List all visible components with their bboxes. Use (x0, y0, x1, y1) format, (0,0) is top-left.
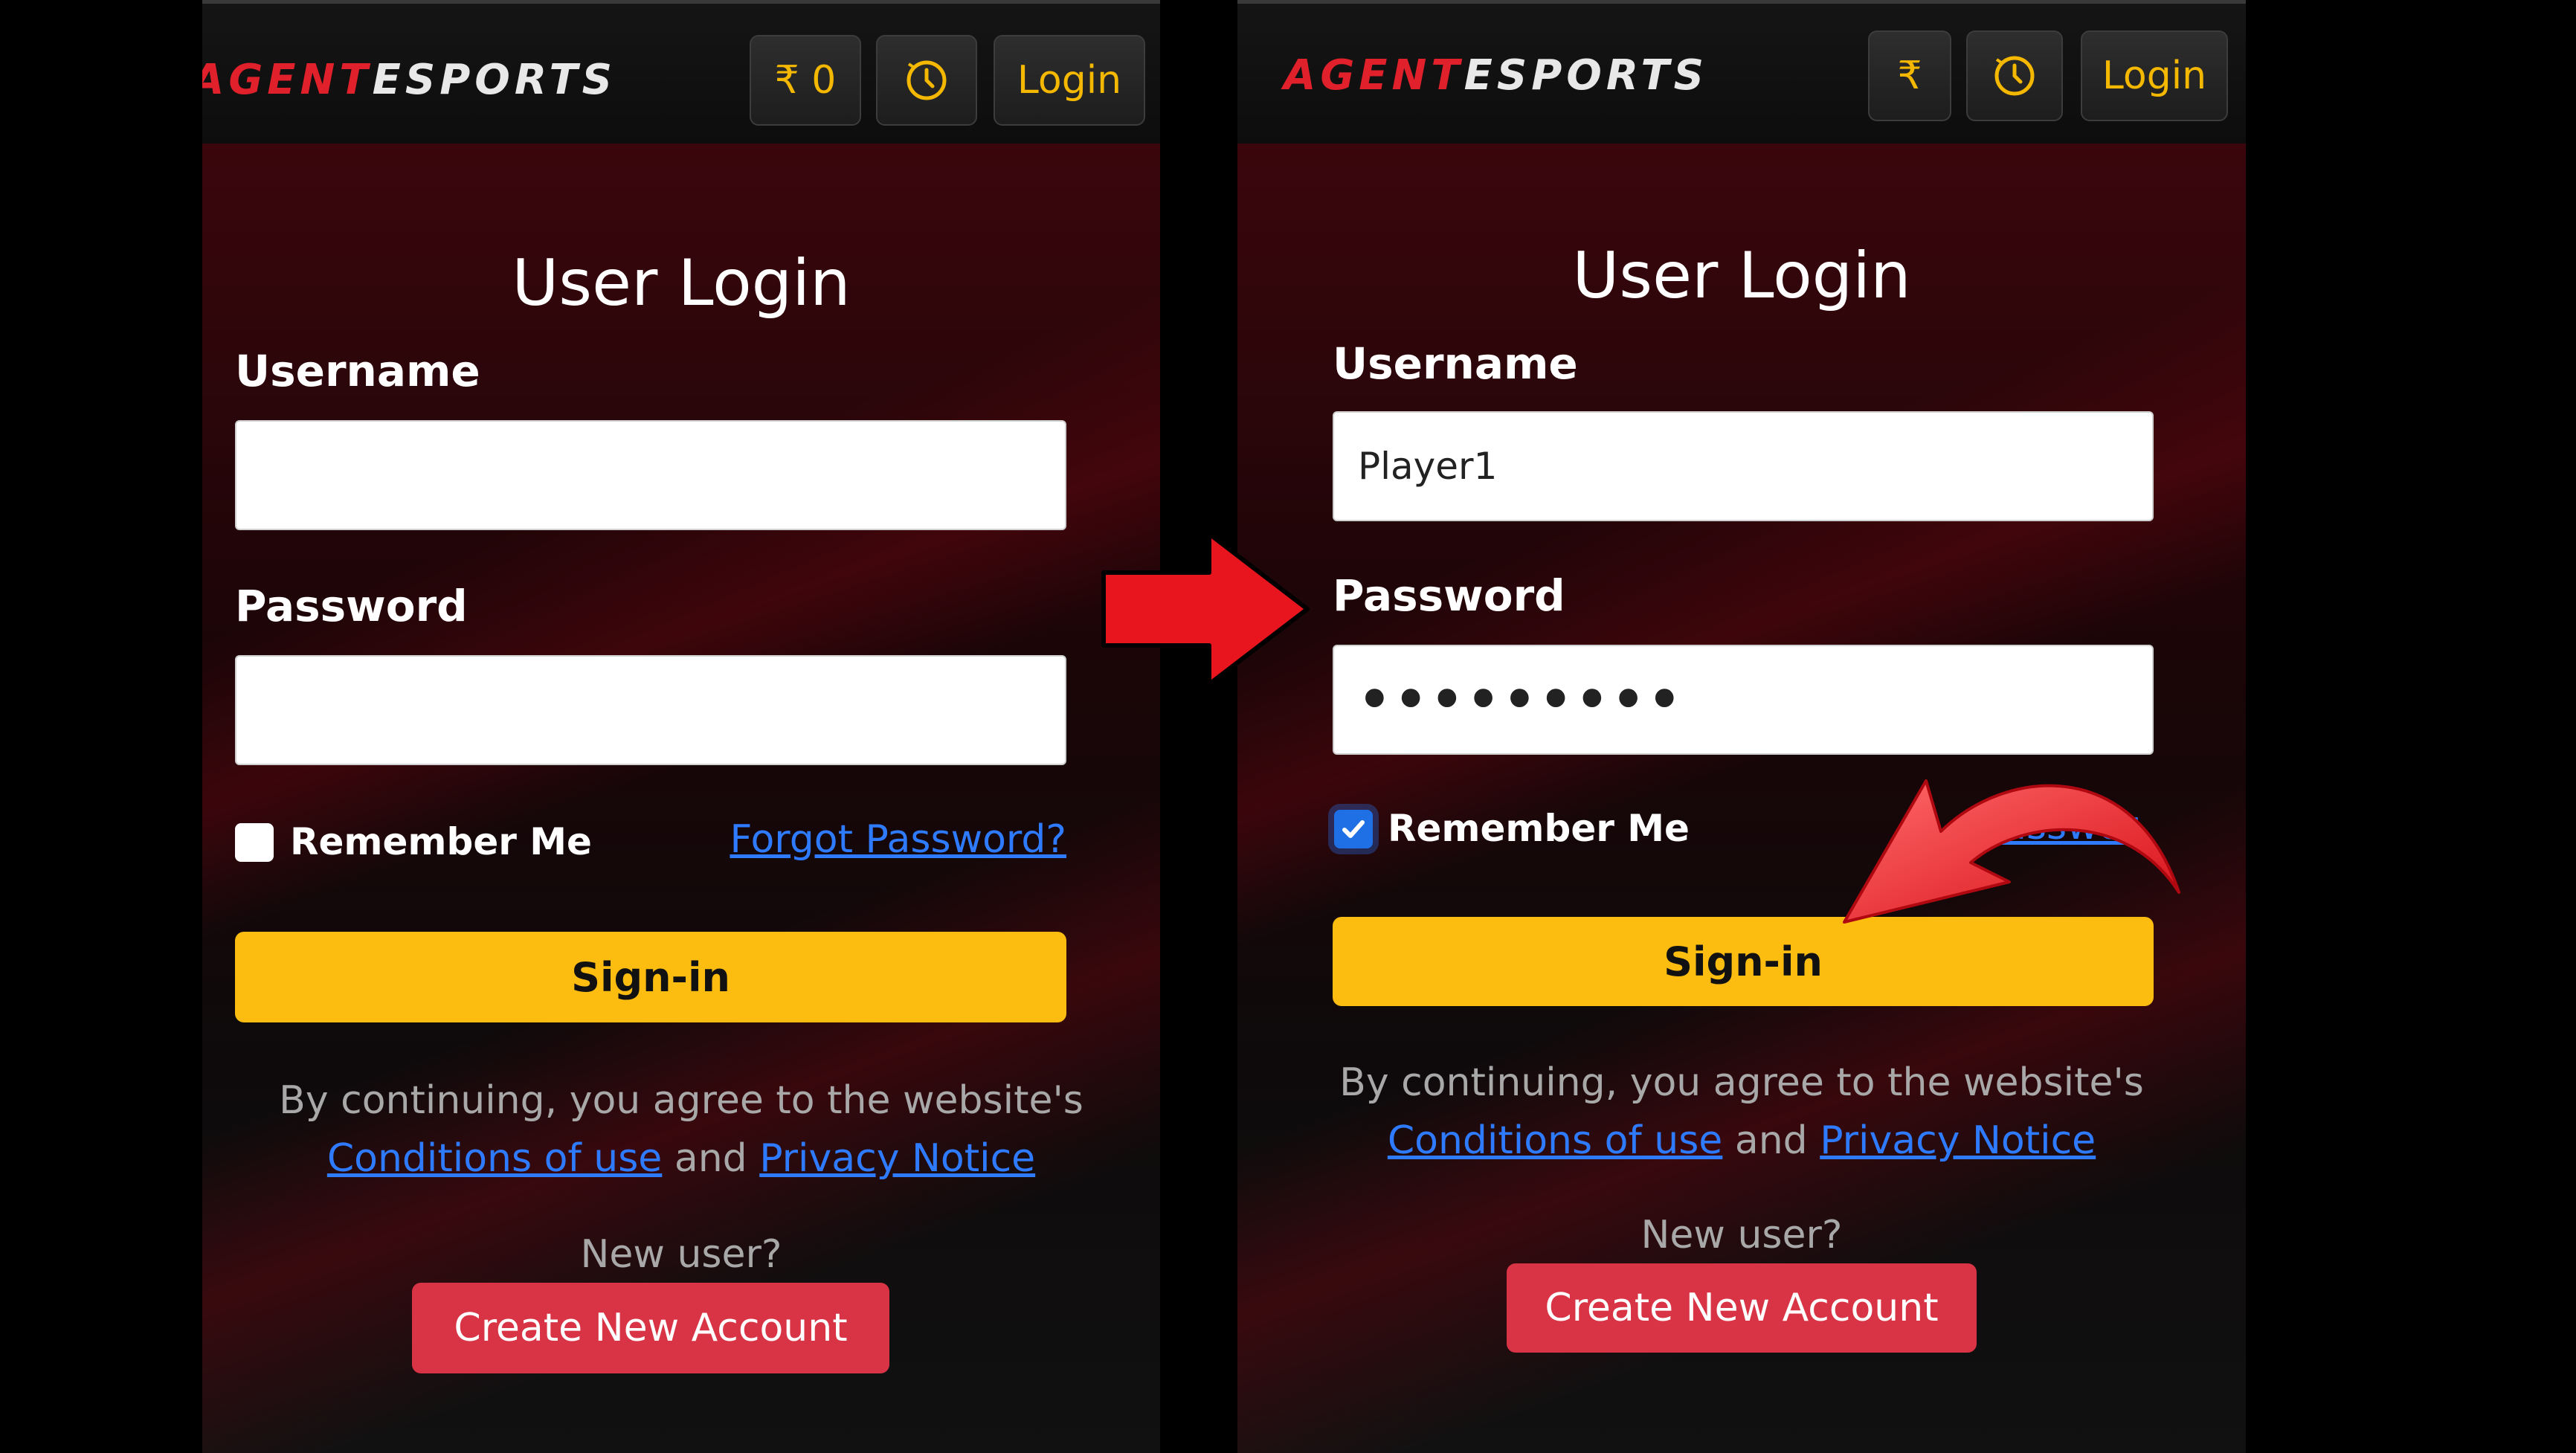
brand-logo-esports: ESPORTS (1464, 51, 1708, 100)
password-label: Password (1333, 570, 1565, 621)
create-account-label: Create New Account (1545, 1286, 1939, 1330)
password-input[interactable] (235, 655, 1066, 765)
login-button[interactable]: Login (2081, 30, 2228, 121)
brand-logo[interactable]: AGENTESPORTS (202, 56, 616, 104)
create-account-button[interactable]: Create New Account (1507, 1263, 1977, 1353)
password-input[interactable]: ••••••••• (1333, 645, 2154, 755)
new-user-prompt: New user? (1640, 1213, 1843, 1257)
remember-me-label: Remember Me (1388, 807, 1690, 850)
username-label: Username (235, 346, 480, 396)
sign-in-label: Sign-in (1664, 938, 1823, 985)
forgot-password-link[interactable]: Forgot Password? (730, 817, 1066, 862)
wallet-balance-button[interactable]: ₹ (1868, 30, 1951, 121)
username-label: Username (1333, 338, 1578, 389)
create-account-button[interactable]: Create New Account (412, 1283, 889, 1373)
remember-me-label: Remember Me (290, 820, 592, 863)
clock-icon (907, 60, 947, 100)
checkmark-icon (1342, 820, 1365, 838)
login-screen-before: AGENTESPORTS ₹ 0 Login User Login Userna… (202, 0, 1160, 1453)
brand-logo[interactable]: AGENTESPORTS (1284, 51, 1708, 100)
login-button[interactable]: Login (994, 35, 1145, 126)
login-screen-after: AGENTESPORTS ₹ Login User Login Username… (1237, 0, 2246, 1453)
sign-in-label: Sign-in (571, 953, 730, 1001)
legal-links: Conditions of use and Privacy Notice (202, 1130, 1160, 1188)
legal-links: Conditions of use and Privacy Notice (1237, 1112, 2246, 1170)
page-title: User Login (1572, 239, 1911, 313)
legal-prefix: By continuing, you agree to the website'… (279, 1078, 1083, 1123)
new-user-prompt: New user? (580, 1232, 782, 1277)
sign-in-button[interactable]: Sign-in (235, 932, 1066, 1022)
remember-me-checkbox[interactable] (235, 823, 274, 862)
red-curved-arrow-icon (1843, 779, 2180, 924)
history-button[interactable] (876, 35, 977, 126)
username-input[interactable] (235, 420, 1066, 530)
privacy-notice-link[interactable]: Privacy Notice (1820, 1118, 2096, 1163)
remember-me-checkbox[interactable] (1334, 810, 1373, 848)
header-bar: AGENTESPORTS ₹ 0 Login (202, 4, 1160, 144)
forgot-password-text: Forgot Password? (730, 817, 1066, 862)
create-account-label: Create New Account (454, 1306, 848, 1350)
legal-notice: By continuing, you agree to the website'… (202, 1072, 1160, 1188)
wallet-balance-label: ₹ (1897, 54, 1922, 98)
conditions-of-use-link[interactable]: Conditions of use (327, 1136, 662, 1181)
clock-icon (1994, 56, 2035, 96)
brand-logo-agent: AGENT (202, 56, 373, 104)
brand-logo-agent: AGENT (1284, 51, 1464, 100)
login-button-label: Login (2102, 54, 2207, 98)
legal-and: and (1734, 1118, 1808, 1163)
wallet-balance-label: ₹ 0 (774, 58, 837, 103)
conditions-of-use-link[interactable]: Conditions of use (1388, 1118, 1722, 1163)
red-right-arrow-icon (1101, 532, 1310, 686)
privacy-notice-link[interactable]: Privacy Notice (759, 1136, 1035, 1181)
password-label: Password (235, 581, 468, 631)
legal-notice: By continuing, you agree to the website'… (1237, 1054, 2246, 1170)
login-button-label: Login (1017, 58, 1122, 103)
username-input[interactable]: Player1 (1333, 411, 2154, 521)
header-bar: AGENTESPORTS ₹ Login (1237, 4, 2246, 144)
brand-logo-esports: ESPORTS (372, 56, 616, 104)
legal-prefix: By continuing, you agree to the website'… (1339, 1060, 2144, 1105)
legal-and: and (674, 1136, 747, 1181)
history-button[interactable] (1966, 30, 2063, 121)
wallet-balance-button[interactable]: ₹ 0 (750, 35, 861, 126)
page-title: User Login (512, 246, 851, 320)
